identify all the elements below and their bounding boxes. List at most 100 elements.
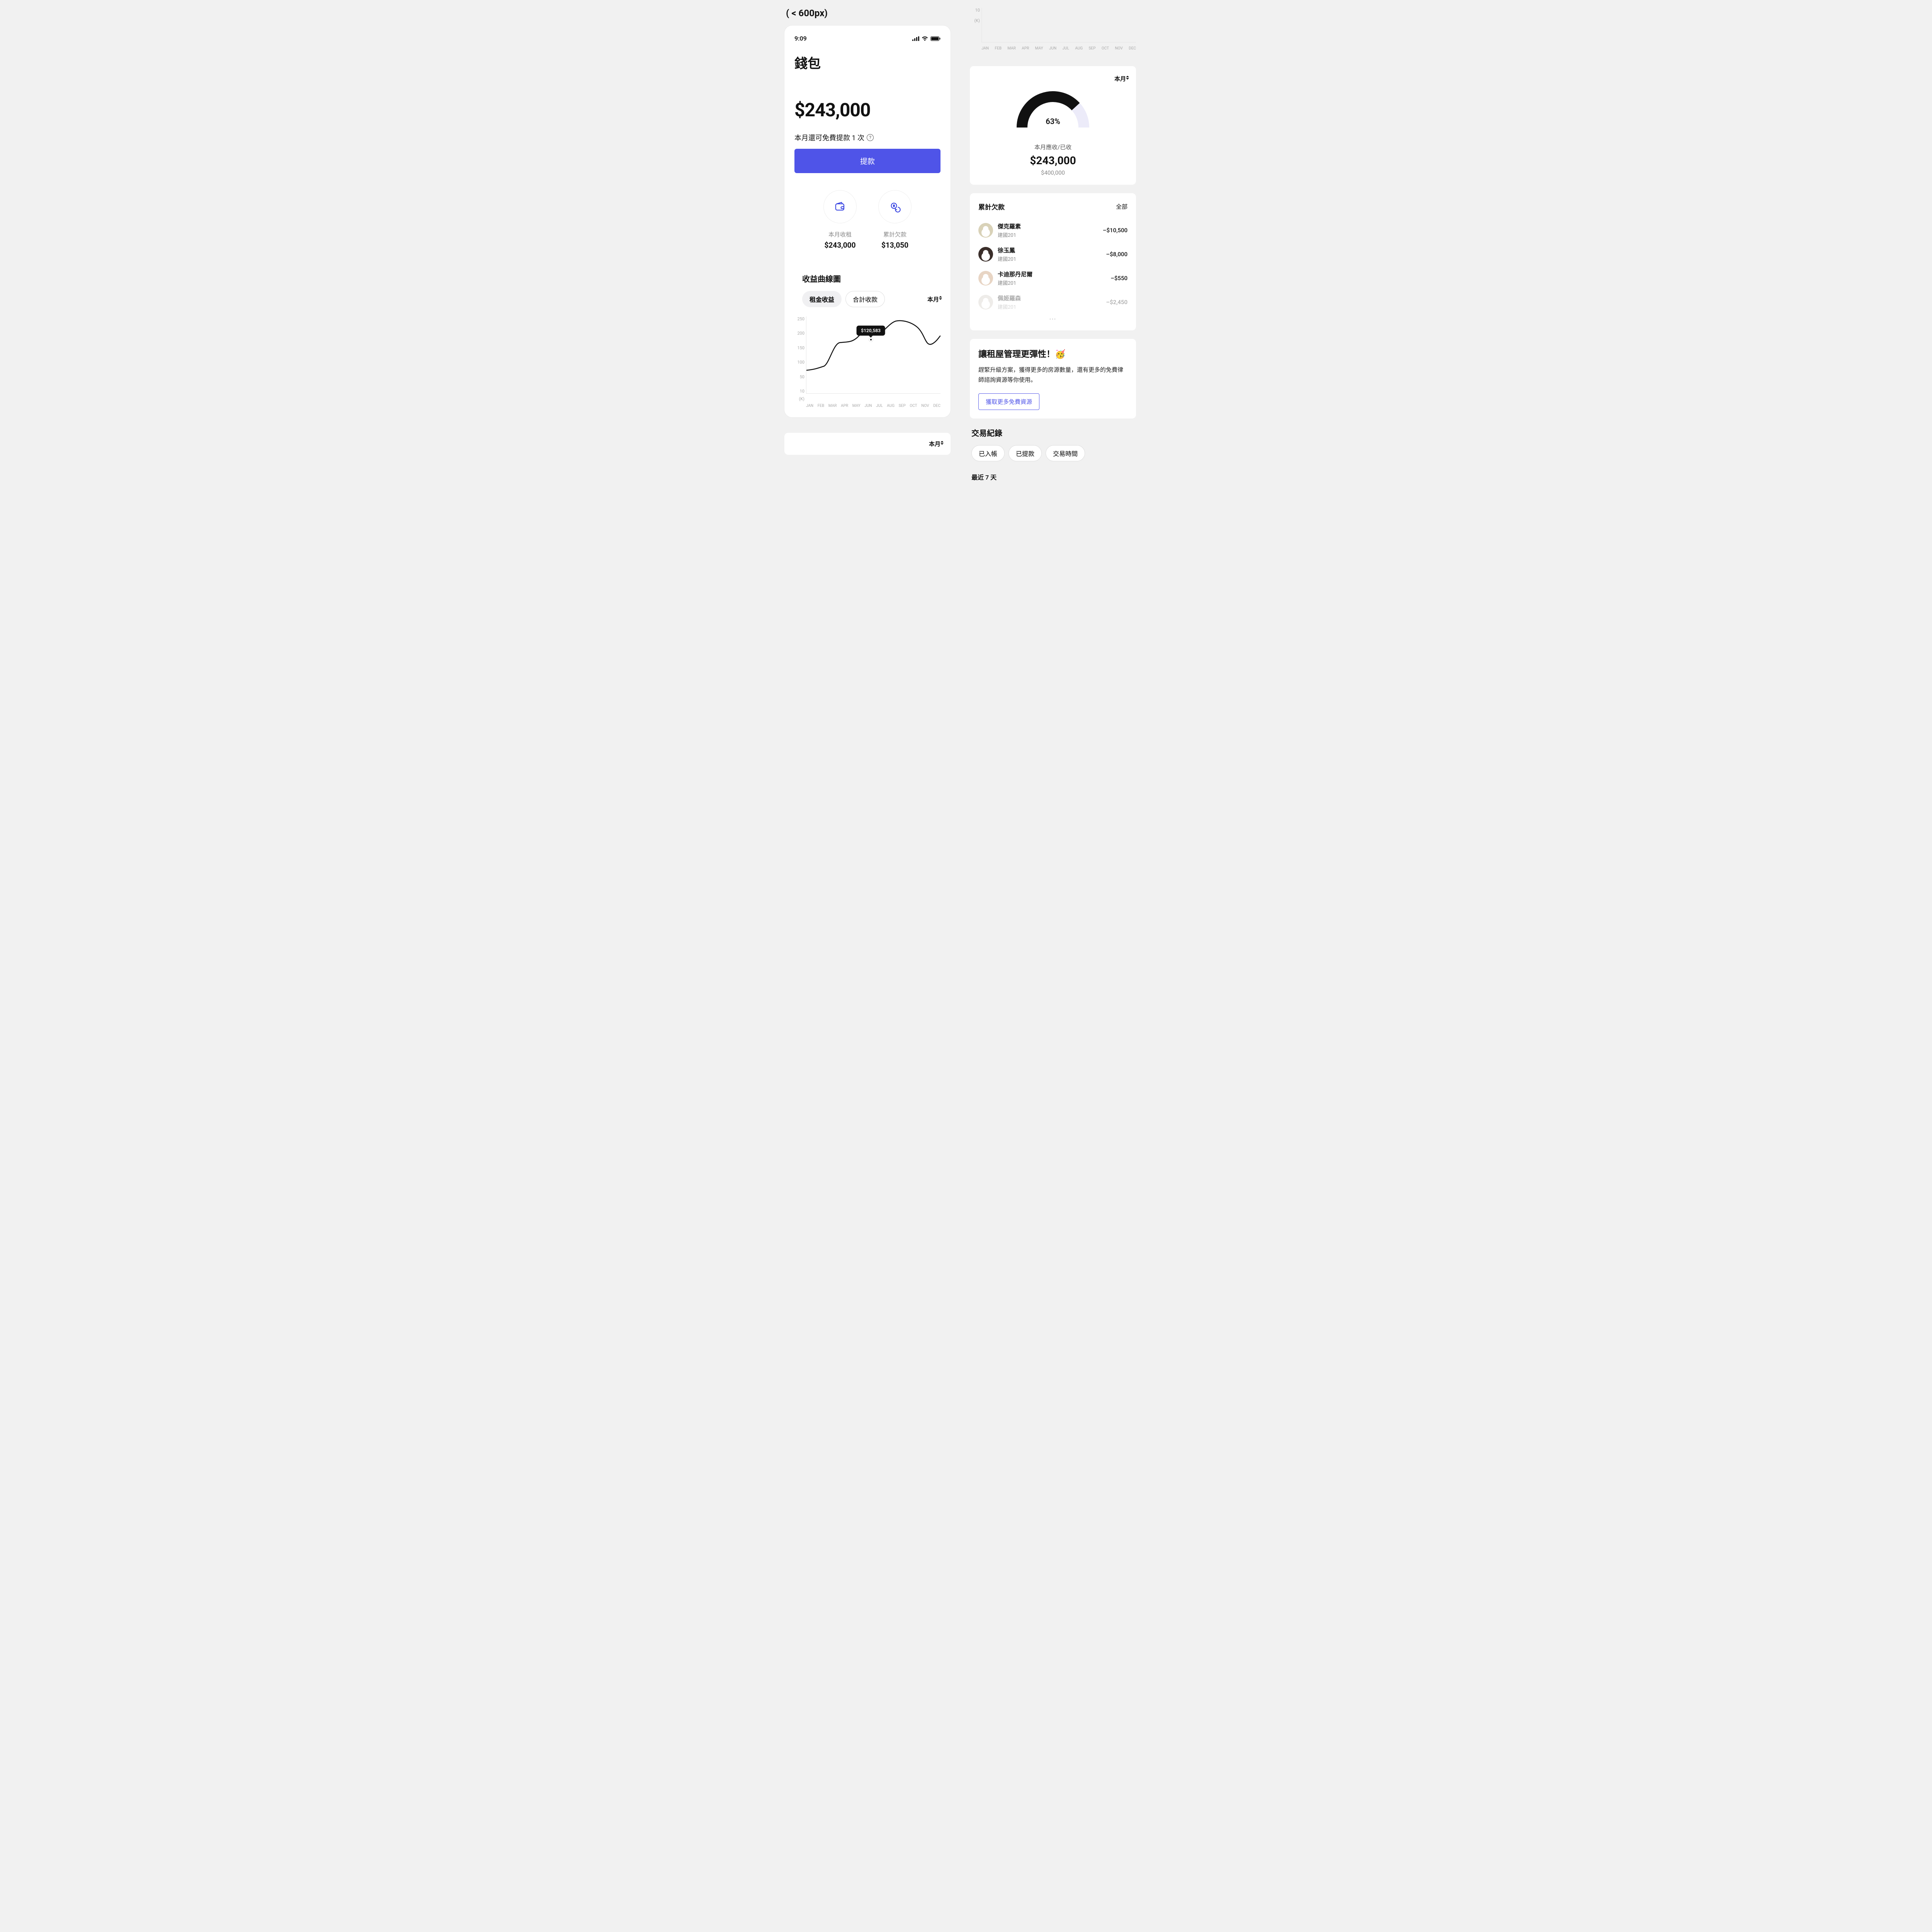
chart-data-point: [869, 338, 873, 342]
y-tick: 50: [794, 374, 804, 379]
status-indicators: [912, 36, 940, 41]
arrears-view-all[interactable]: 全部: [1116, 202, 1128, 211]
x-tick: OCT: [910, 404, 917, 408]
x-tick: AUG: [887, 404, 895, 408]
revenue-line-chart[interactable]: 2502001501005010 (K) $120,583: [806, 316, 940, 401]
chart-period-dropdown[interactable]: 本月: [927, 295, 940, 303]
phone-frame: 9:09 錢包 $243,000 本月還可免費提款 1 次 ? 提款: [784, 26, 951, 417]
x-tick: OCT: [1102, 46, 1109, 51]
avatar: [978, 247, 993, 262]
gauge-meter: 63%: [1014, 89, 1092, 128]
collection-gauge-card: 本月 63% 本月應收/已收 $243,000 $400,000: [970, 66, 1136, 185]
wallet-balance: $243,000: [794, 99, 940, 121]
arrear-name: 卡迪那丹尼爾: [998, 270, 1106, 278]
arrear-name: 傑克羅素: [998, 222, 1098, 230]
battery-icon: [930, 36, 940, 41]
x-tick: NOV: [921, 404, 929, 408]
x-tick: MAY: [852, 404, 861, 408]
avatar: [978, 271, 993, 286]
arrear-name: 徐玉鳳: [998, 246, 1101, 254]
arrear-row[interactable]: 徐玉鳳建國201 –$8,000: [978, 242, 1128, 266]
stat-rent[interactable]: 本月收租 $243,000: [823, 190, 857, 250]
tab-total-income[interactable]: 合計收款: [845, 291, 885, 307]
x-tick: SEP: [1088, 46, 1095, 51]
stat-arrears-value: $13,050: [881, 241, 908, 250]
arrears-title: 累計欠款: [978, 202, 1005, 211]
gauge-label: 本月應收/已收: [1034, 143, 1071, 151]
page-title: 錢包: [794, 53, 940, 72]
x-axis: JANFEBMARAPRMAYJUNJULAUGSEPOCTNOVDEC: [806, 404, 940, 408]
gauge-period-dropdown[interactable]: 本月: [1114, 75, 1128, 83]
chart-tooltip: $120,583: [856, 325, 885, 335]
card-period-label: 本月: [929, 440, 940, 448]
x-tick: APR: [1022, 46, 1029, 51]
x-tick: JUN: [1049, 46, 1056, 51]
gauge-percent: 63%: [1014, 117, 1092, 126]
filter-withdrawn[interactable]: 已提款: [1009, 445, 1042, 461]
x-tick: APR: [841, 404, 848, 408]
promo-card: 讓租屋管理更彈性！🥳 趕緊升級方案，獲得更多的房源數量，還有更多的免費律師諮詢資…: [970, 339, 1136, 418]
arrear-row[interactable]: 卡迪那丹尼爾建國201 –$550: [978, 266, 1128, 290]
x-tick: DEC: [1129, 46, 1136, 51]
chart-plot-area: $120,583: [806, 316, 940, 394]
stat-arrears[interactable]: 累計欠款 $13,050: [878, 190, 912, 250]
y-tick: 200: [794, 331, 804, 336]
more-indicator[interactable]: •••: [978, 316, 1128, 322]
status-time: 9:09: [794, 35, 807, 42]
x-tick: MAR: [828, 404, 837, 408]
stat-rent-label: 本月收租: [828, 230, 852, 238]
avatar: [978, 295, 993, 310]
withdraw-button[interactable]: 提款: [794, 149, 940, 173]
card-period-only: 本月: [784, 433, 951, 455]
arrear-amount: –$550: [1111, 275, 1128, 282]
arrear-sub: 建國201: [998, 255, 1101, 262]
x-tick: DEC: [933, 404, 940, 408]
coin-refresh-icon: [878, 190, 912, 223]
breakpoint-label: ( < 600px): [784, 8, 951, 19]
transactions-title: 交易紀錄: [971, 427, 1134, 438]
arrear-row[interactable]: 佩姬羅森建國201–$2,450: [978, 290, 1128, 314]
arrears-list: 傑克羅素建國201–$10,500徐玉鳳建國201–$8,000卡迪那丹尼爾建國…: [978, 218, 1128, 314]
stat-arrears-label: 累計欠款: [883, 230, 906, 238]
gauge-value: $243,000: [1030, 154, 1076, 167]
gauge-total: $400,000: [1041, 169, 1065, 176]
arrears-card: 累計欠款 全部 傑克羅素建國201–$10,500徐玉鳳建國201–$8,000…: [970, 193, 1136, 330]
card-period-dropdown[interactable]: 本月: [929, 440, 942, 448]
chart-period-label: 本月: [927, 295, 939, 303]
promo-cta-button[interactable]: 獲取更多免費資源: [978, 393, 1039, 410]
x-tick: JUL: [876, 404, 883, 408]
x-tick: MAY: [1035, 46, 1043, 51]
y-tick: 100: [794, 360, 804, 365]
arrear-amount: –$2,450: [1106, 299, 1128, 306]
x-tick: JUL: [1063, 46, 1069, 51]
promo-body: 趕緊升級方案，獲得更多的房源數量，還有更多的免費律師諮詢資源等你使用。: [978, 365, 1128, 385]
withdraw-info: 本月還可免費提款 1 次 ?: [794, 133, 940, 143]
arrear-name: 佩姬羅森: [998, 294, 1101, 302]
y-tick: 250: [794, 316, 804, 321]
arrear-row[interactable]: 傑克羅素建國201–$10,500: [978, 218, 1128, 242]
transactions-section: 交易紀錄 已入帳 已提款 交易時間 最近 7 天: [970, 427, 1136, 481]
y-axis-unit: (K): [970, 18, 980, 23]
x-tick: NOV: [1115, 46, 1122, 51]
recent-range: 最近 7 天: [971, 472, 1134, 481]
x-tick: MAR: [1007, 46, 1016, 51]
arrear-sub: 建國201: [998, 231, 1098, 238]
y-axis: 250 200 150 100 50 10: [794, 316, 804, 394]
x-tick: FEB: [995, 46, 1001, 51]
avatar: [978, 223, 993, 238]
arrear-sub: 建國201: [998, 279, 1106, 286]
y-tick: 10: [794, 389, 804, 394]
filter-posted[interactable]: 已入帳: [971, 445, 1005, 461]
x-tick: JUN: [864, 404, 872, 408]
withdraw-info-text: 本月還可免費提款 1 次: [794, 133, 864, 143]
x-axis-partial: JANFEBMARAPRMAYJUNJULAUGSEPOCTNOVDEC: [981, 46, 1136, 51]
arrear-amount: –$8,000: [1106, 251, 1128, 258]
y-axis-partial: 10 (K): [970, 8, 980, 43]
help-icon[interactable]: ?: [867, 134, 874, 141]
tab-rent-income[interactable]: 租金收益: [802, 291, 842, 307]
wifi-icon: [922, 36, 928, 41]
filter-time[interactable]: 交易時間: [1046, 445, 1085, 461]
y-tick: 150: [794, 345, 804, 350]
chart-title: 收益曲線圖: [802, 273, 940, 284]
x-tick: JAN: [981, 46, 989, 51]
